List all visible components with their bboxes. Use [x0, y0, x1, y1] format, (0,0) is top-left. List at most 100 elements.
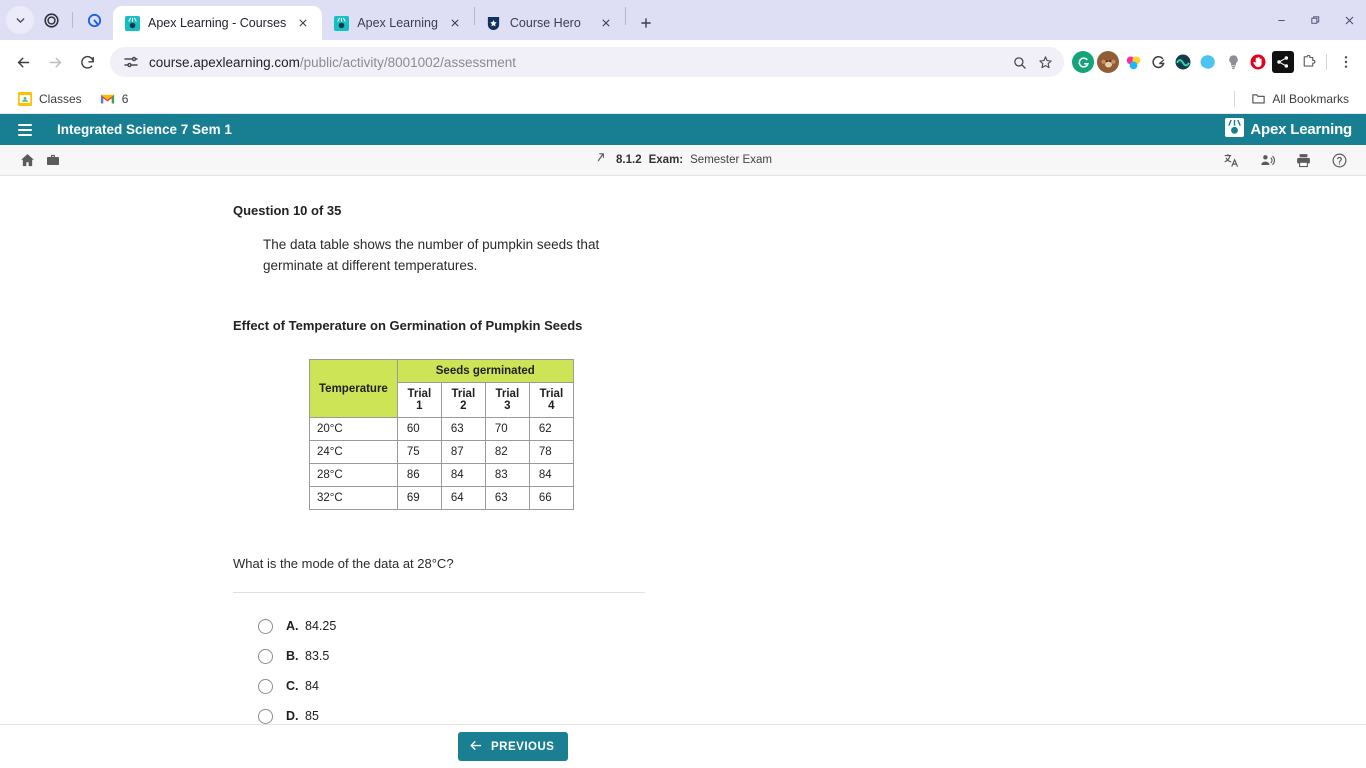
new-tab-button[interactable]	[632, 9, 660, 37]
minimize-icon[interactable]	[1264, 5, 1298, 35]
coursehero-favicon	[486, 15, 502, 31]
cell-3-0: 69	[396, 486, 442, 511]
radio-b[interactable]	[258, 648, 273, 664]
back-button[interactable]	[8, 47, 38, 77]
question-stem: The data table shows the number of pumpk…	[263, 237, 600, 274]
header-trial-2: Trial 2	[440, 382, 486, 419]
tab-close-icon-1[interactable]	[446, 14, 464, 32]
radio-c[interactable]	[258, 678, 273, 694]
row-label-3: 32°C	[309, 486, 398, 511]
choice-letter-a: A.	[286, 619, 299, 634]
row-label-2: 28°C	[309, 463, 398, 488]
google-classroom-icon	[17, 91, 33, 107]
reload-button[interactable]	[72, 47, 102, 77]
translate-icon[interactable]	[1218, 147, 1244, 173]
assessment-footer: PREVIOUS	[0, 724, 1366, 768]
previous-button[interactable]: PREVIOUS	[458, 732, 569, 761]
choice-letter-d: D.	[286, 709, 299, 724]
header-temperature: Temperature	[309, 359, 398, 419]
browser-tab-0[interactable]: Apex Learning - Courses	[113, 6, 323, 40]
question-container: Question 10 of 35 The data table shows t…	[233, 203, 1133, 731]
briefcase-icon[interactable]	[40, 147, 66, 173]
course-title: Integrated Science 7 Sem 1	[57, 122, 232, 137]
search-icon[interactable]	[1006, 49, 1032, 75]
arrow-left-icon	[468, 738, 483, 756]
close-icon[interactable]	[1332, 5, 1366, 35]
cell-0-2: 70	[484, 417, 530, 442]
arc-browser-icon[interactable]	[80, 6, 108, 34]
extensions-puzzle-icon[interactable]	[1297, 51, 1319, 73]
tab-strip-left-controls	[0, 0, 113, 40]
share-nodes-extension-icon[interactable]	[1272, 51, 1294, 73]
maximize-icon[interactable]	[1298, 5, 1332, 35]
cell-0-1: 63	[440, 417, 486, 442]
choice-letter-b: B.	[286, 649, 299, 664]
kebab-menu-icon[interactable]	[1334, 48, 1358, 76]
cell-2-3: 84	[528, 463, 574, 488]
bookmarks-divider	[1234, 90, 1236, 107]
data-table: Temperature Seeds germinated Trial 1 Tri…	[309, 359, 574, 511]
grammarly-check-extension-icon[interactable]	[1147, 51, 1169, 73]
tab-search-chevron-down-icon[interactable]	[6, 6, 34, 34]
url-path: /public/activity/8001002/assessment	[299, 54, 516, 70]
table-row: 28°C 86 84 83 84	[309, 463, 574, 488]
header-seeds-germinated: Seeds germinated	[396, 359, 574, 384]
home-icon[interactable]	[14, 147, 40, 173]
row-label-1: 24°C	[309, 440, 398, 465]
choice-text-b: 83.5	[305, 649, 330, 664]
bookmark-classes[interactable]: Classes	[10, 88, 89, 110]
apex-sub-toolbar-right	[1218, 147, 1352, 173]
cell-1-3: 78	[528, 440, 574, 465]
star-icon[interactable]	[1032, 49, 1058, 75]
radio-a[interactable]	[258, 618, 273, 634]
tab-divider-2	[624, 7, 626, 25]
lightbulb-extension-icon[interactable]	[1222, 51, 1244, 73]
grammarly-extension-icon[interactable]	[1072, 51, 1094, 73]
tab-strip: Apex Learning - Courses Apex Learning Co…	[0, 0, 1366, 40]
print-icon[interactable]	[1290, 147, 1316, 173]
apex-learning-app: Integrated Science 7 Sem 1 Apex Learning…	[0, 114, 1366, 768]
apex-logo-text: Apex Learning	[1250, 121, 1352, 138]
tab-close-icon-0[interactable]	[294, 14, 312, 32]
window-controls	[1264, 0, 1366, 40]
address-bar[interactable]: course.apexlearning.com/public/activity/…	[110, 47, 1064, 77]
header-trial-4: Trial 4	[528, 382, 574, 419]
browser-tab-1[interactable]: Apex Learning	[322, 6, 474, 40]
monkey-avatar-extension-icon[interactable]	[1097, 51, 1119, 73]
apex-header-bar: Integrated Science 7 Sem 1 Apex Learning	[0, 114, 1366, 145]
tab-close-icon-2[interactable]	[597, 14, 615, 32]
browser-tab-title-2: Course Hero	[509, 16, 581, 30]
radio-d[interactable]	[258, 708, 273, 724]
apex-sub-toolbar: 8.1.2 Exam: Semester Exam	[0, 145, 1366, 176]
help-icon[interactable]	[1326, 147, 1352, 173]
read-aloud-icon[interactable]	[1254, 147, 1280, 173]
breadcrumb: 8.1.2 Exam: Semester Exam	[0, 150, 1366, 170]
previous-button-label: PREVIOUS	[491, 740, 555, 753]
hamburger-menu-icon[interactable]	[14, 119, 36, 141]
table-row: 24°C 75 87 82 78	[309, 440, 574, 465]
bookmarks-bar-right: All Bookmarks	[1234, 88, 1356, 110]
answer-choice-c[interactable]: C. 84	[258, 671, 1133, 701]
gmail-icon	[100, 91, 116, 107]
wave-extension-icon[interactable]	[1172, 51, 1194, 73]
extensions-row	[1072, 48, 1358, 76]
answer-choice-b[interactable]: B. 83.5	[258, 641, 1133, 671]
question-prompt: What is the mode of the data at 28°C?	[233, 556, 454, 572]
arrow-up-right-icon[interactable]	[594, 150, 609, 170]
openai-profile-icon[interactable]	[37, 6, 65, 34]
apex-logo[interactable]: Apex Learning	[1225, 117, 1352, 142]
tune-site-settings-icon[interactable]	[122, 53, 140, 71]
colorful-dots-extension-icon[interactable]	[1122, 51, 1144, 73]
blue-swirl-extension-icon[interactable]	[1197, 51, 1219, 73]
data-table-title: Effect of Temperature on Germination of …	[233, 318, 583, 334]
all-bookmarks-button[interactable]: All Bookmarks	[1243, 88, 1356, 110]
bookmark-gmail[interactable]: 6	[93, 88, 136, 110]
breadcrumb-name: Semester Exam	[690, 154, 772, 166]
answer-choices: A. 84.25 B. 83.5 C. 84 D. 85	[258, 611, 1133, 731]
adblock-extension-icon[interactable]	[1247, 51, 1269, 73]
url-host: course.apexlearning.com	[149, 54, 300, 70]
browser-tab-2[interactable]: Course Hero	[475, 6, 625, 40]
answer-choice-a[interactable]: A. 84.25	[258, 611, 1133, 641]
cell-3-2: 63	[484, 486, 530, 511]
forward-button[interactable]	[40, 47, 70, 77]
